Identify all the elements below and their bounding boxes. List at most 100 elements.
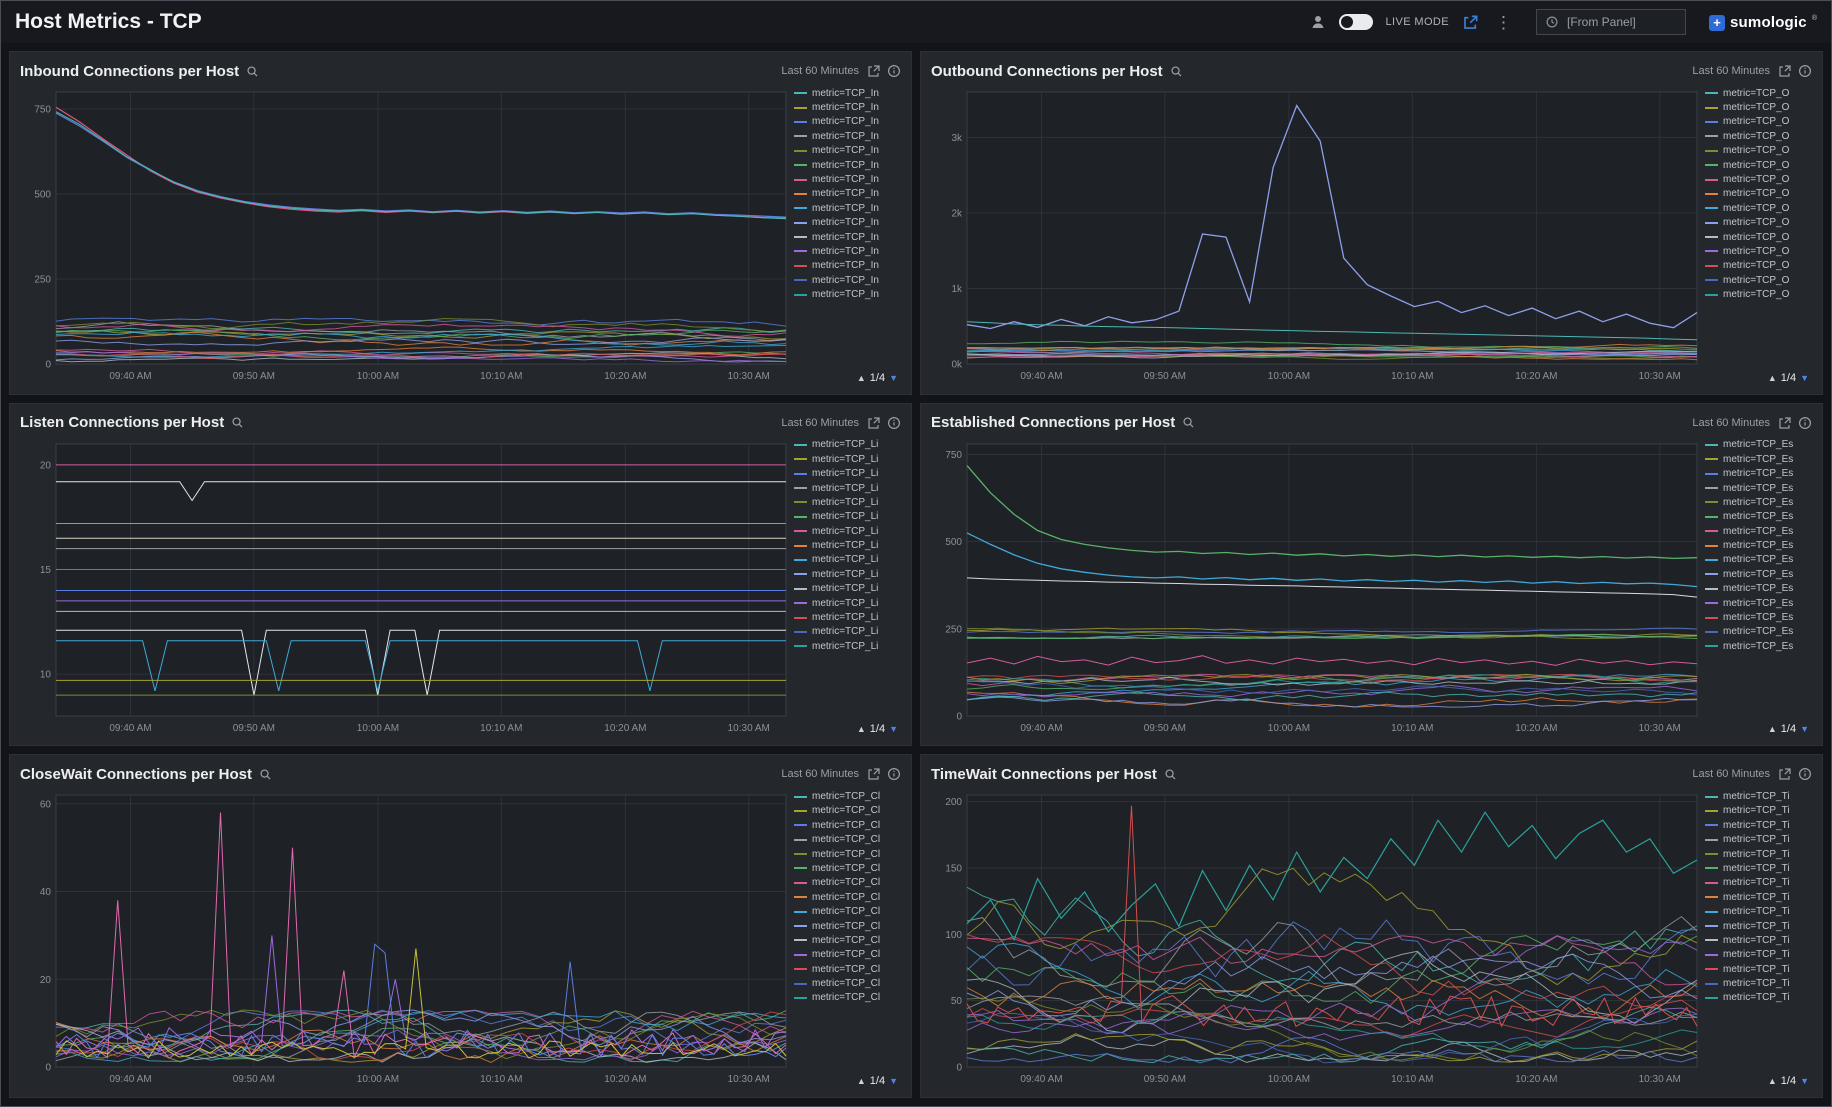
live-mode-toggle[interactable]	[1339, 14, 1373, 30]
legend-item[interactable]: metric=TCP_Ti	[1705, 833, 1811, 847]
share-icon[interactable]	[1462, 14, 1479, 31]
legend-item[interactable]: metric=TCP_In	[794, 259, 900, 273]
legend-item[interactable]: metric=TCP_Es	[1705, 538, 1811, 552]
page-up-icon[interactable]: ▲	[1768, 1076, 1777, 1086]
page-down-icon[interactable]: ▼	[1800, 1076, 1809, 1086]
legend-item[interactable]: metric=TCP_Cl	[794, 933, 900, 947]
magnifier-icon[interactable]	[1164, 768, 1177, 781]
legend-item[interactable]: metric=TCP_Ti	[1705, 890, 1811, 904]
legend-item[interactable]: metric=TCP_Li	[794, 524, 900, 538]
legend-item[interactable]: metric=TCP_Es	[1705, 567, 1811, 581]
legend-item[interactable]: metric=TCP_Ti	[1705, 847, 1811, 861]
legend-item[interactable]: metric=TCP_In	[794, 216, 900, 230]
legend-item[interactable]: metric=TCP_Cl	[794, 962, 900, 976]
legend-item[interactable]: metric=TCP_Ti	[1705, 991, 1811, 1005]
legend-item[interactable]: metric=TCP_O	[1705, 273, 1811, 287]
magnifier-icon[interactable]	[246, 65, 259, 78]
time-range-label[interactable]: Last 60 Minutes	[1692, 768, 1770, 780]
legend-item[interactable]: metric=TCP_Li	[794, 538, 900, 552]
legend-item[interactable]: metric=TCP_Ti	[1705, 861, 1811, 875]
legend-item[interactable]: metric=TCP_O	[1705, 230, 1811, 244]
legend-item[interactable]: metric=TCP_In	[794, 86, 900, 100]
legend-item[interactable]: metric=TCP_Ti	[1705, 804, 1811, 818]
legend-item[interactable]: metric=TCP_Es	[1705, 596, 1811, 610]
open-in-new-icon[interactable]	[1778, 767, 1792, 781]
legend-item[interactable]: metric=TCP_O	[1705, 144, 1811, 158]
legend-item[interactable]: metric=TCP_Es	[1705, 466, 1811, 480]
magnifier-icon[interactable]	[259, 768, 272, 781]
legend-item[interactable]: metric=TCP_O	[1705, 158, 1811, 172]
legend-item[interactable]: metric=TCP_Ti	[1705, 948, 1811, 962]
legend-item[interactable]: metric=TCP_Cl	[794, 919, 900, 933]
open-in-new-icon[interactable]	[867, 64, 881, 78]
legend-item[interactable]: metric=TCP_In	[794, 230, 900, 244]
kebab-menu-icon[interactable]: ⋮	[1492, 14, 1515, 31]
legend-item[interactable]: metric=TCP_Es	[1705, 610, 1811, 624]
legend-item[interactable]: metric=TCP_In	[794, 158, 900, 172]
magnifier-icon[interactable]	[1170, 65, 1183, 78]
info-icon[interactable]	[1798, 64, 1812, 78]
legend-item[interactable]: metric=TCP_Ti	[1705, 904, 1811, 918]
page-up-icon[interactable]: ▲	[1768, 724, 1777, 734]
info-icon[interactable]	[887, 64, 901, 78]
legend-item[interactable]: metric=TCP_Li	[794, 510, 900, 524]
legend-item[interactable]: metric=TCP_O	[1705, 259, 1811, 273]
legend-item[interactable]: metric=TCP_Li	[794, 466, 900, 480]
page-up-icon[interactable]: ▲	[1768, 373, 1777, 383]
legend-item[interactable]: metric=TCP_In	[794, 172, 900, 186]
legend-item[interactable]: metric=TCP_Li	[794, 639, 900, 653]
legend-item[interactable]: metric=TCP_In	[794, 129, 900, 143]
info-icon[interactable]	[887, 767, 901, 781]
legend-item[interactable]: metric=TCP_Li	[794, 553, 900, 567]
legend-item[interactable]: metric=TCP_In	[794, 187, 900, 201]
chart-canvas[interactable]: 09:40 AM09:50 AM10:00 AM10:10 AM10:20 AM…	[20, 84, 790, 386]
page-down-icon[interactable]: ▼	[889, 1076, 898, 1086]
legend-item[interactable]: metric=TCP_Cl	[794, 847, 900, 861]
legend-item[interactable]: metric=TCP_Es	[1705, 553, 1811, 567]
legend-item[interactable]: metric=TCP_Ti	[1705, 976, 1811, 990]
page-down-icon[interactable]: ▼	[889, 373, 898, 383]
legend-item[interactable]: metric=TCP_Li	[794, 610, 900, 624]
legend-item[interactable]: metric=TCP_Cl	[794, 904, 900, 918]
chart-canvas[interactable]: 09:40 AM09:50 AM10:00 AM10:10 AM10:20 AM…	[20, 787, 790, 1089]
legend-item[interactable]: metric=TCP_In	[794, 273, 900, 287]
legend-item[interactable]: metric=TCP_Cl	[794, 789, 900, 803]
legend-item[interactable]: metric=TCP_Cl	[794, 890, 900, 904]
legend-item[interactable]: metric=TCP_Li	[794, 625, 900, 639]
legend-item[interactable]: metric=TCP_Es	[1705, 481, 1811, 495]
legend-item[interactable]: metric=TCP_Li	[794, 481, 900, 495]
chart-canvas[interactable]: 09:40 AM09:50 AM10:00 AM10:10 AM10:20 AM…	[20, 436, 790, 738]
legend-item[interactable]: metric=TCP_Es	[1705, 495, 1811, 509]
page-down-icon[interactable]: ▼	[889, 724, 898, 734]
legend-item[interactable]: metric=TCP_O	[1705, 201, 1811, 215]
legend-item[interactable]: metric=TCP_O	[1705, 187, 1811, 201]
legend-item[interactable]: metric=TCP_Ti	[1705, 919, 1811, 933]
legend-item[interactable]: metric=TCP_Es	[1705, 639, 1811, 653]
legend-item[interactable]: metric=TCP_O	[1705, 216, 1811, 230]
legend-item[interactable]: metric=TCP_Cl	[794, 876, 900, 890]
legend-item[interactable]: metric=TCP_Li	[794, 582, 900, 596]
magnifier-icon[interactable]	[1182, 416, 1195, 429]
legend-item[interactable]: metric=TCP_Es	[1705, 510, 1811, 524]
legend-item[interactable]: metric=TCP_Ti	[1705, 962, 1811, 976]
legend-item[interactable]: metric=TCP_O	[1705, 287, 1811, 301]
legend-item[interactable]: metric=TCP_Li	[794, 567, 900, 581]
legend-item[interactable]: metric=TCP_In	[794, 201, 900, 215]
open-in-new-icon[interactable]	[1778, 416, 1792, 430]
legend-item[interactable]: metric=TCP_Cl	[794, 948, 900, 962]
chart-canvas[interactable]: 09:40 AM09:50 AM10:00 AM10:10 AM10:20 AM…	[931, 84, 1701, 386]
legend-item[interactable]: metric=TCP_In	[794, 144, 900, 158]
legend-item[interactable]: metric=TCP_O	[1705, 129, 1811, 143]
legend-item[interactable]: metric=TCP_Li	[794, 596, 900, 610]
time-range-label[interactable]: Last 60 Minutes	[1692, 65, 1770, 77]
legend-item[interactable]: metric=TCP_Li	[794, 495, 900, 509]
legend-item[interactable]: metric=TCP_Ti	[1705, 933, 1811, 947]
page-down-icon[interactable]: ▼	[1800, 373, 1809, 383]
legend-item[interactable]: metric=TCP_Cl	[794, 833, 900, 847]
legend-item[interactable]: metric=TCP_O	[1705, 86, 1811, 100]
legend-item[interactable]: metric=TCP_Ti	[1705, 818, 1811, 832]
legend-item[interactable]: metric=TCP_Cl	[794, 976, 900, 990]
time-range-label[interactable]: Last 60 Minutes	[781, 65, 859, 77]
time-filter-box[interactable]	[1536, 9, 1686, 35]
page-up-icon[interactable]: ▲	[857, 373, 866, 383]
